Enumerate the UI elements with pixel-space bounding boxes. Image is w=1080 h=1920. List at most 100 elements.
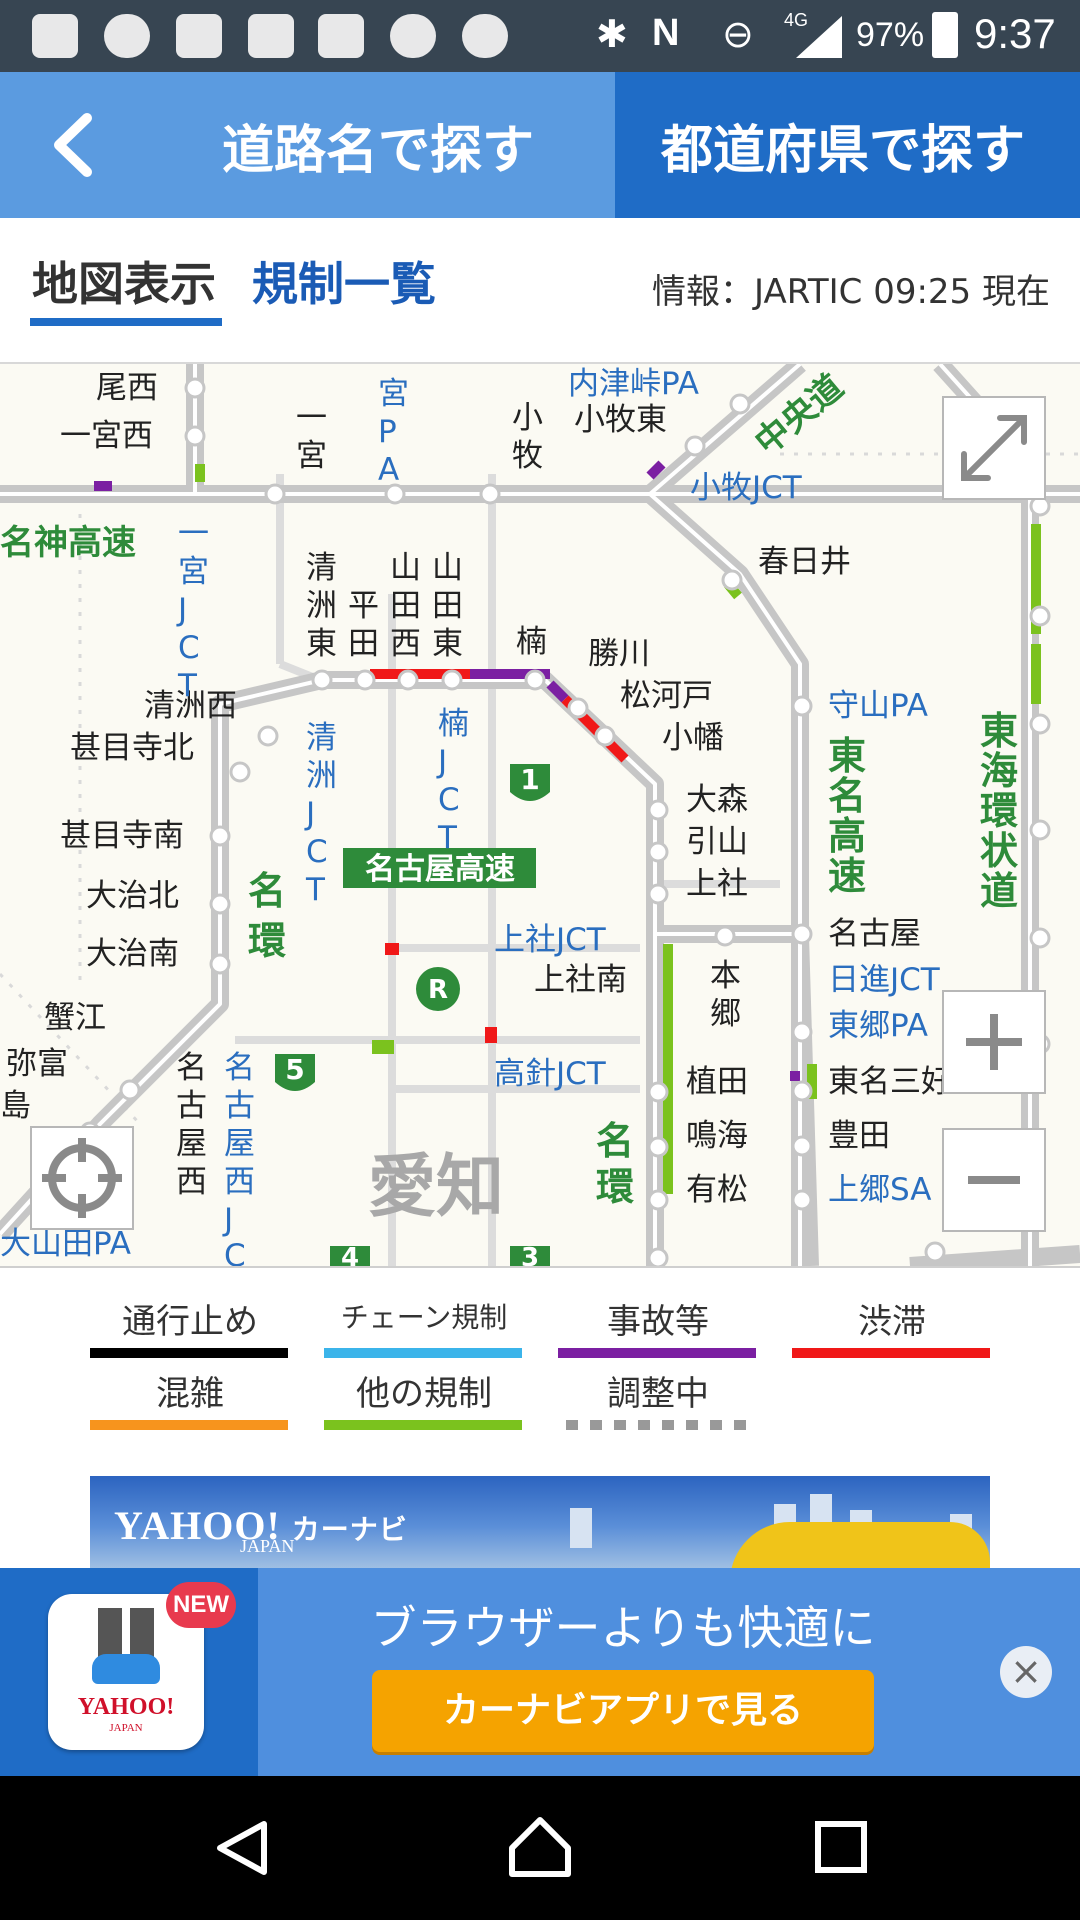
tomei-label: 東名高速 [828,734,866,898]
fullscreen-button[interactable] [942,396,1046,500]
legend-other-label: 他の規制 [356,1374,492,1414]
svg-text:宮PA: 宮PA [378,376,409,488]
svg-text:東郷PA: 東郷PA [828,1008,928,1044]
gmail-notification-icon [248,14,294,58]
svg-text:蟹江: 蟹江 [44,1000,106,1036]
recents-square-icon[interactable] [814,1820,868,1874]
svg-text:鳴海: 鳴海 [686,1118,748,1154]
svg-text:守山PA: 守山PA [828,688,928,724]
svg-text:小牧東: 小牧東 [574,402,667,438]
back-triangle-icon[interactable] [212,1818,272,1878]
close-icon[interactable]: × [1000,1646,1052,1698]
svg-text:名古屋西JC: 名古屋西 J C [222,1050,255,1266]
svg-text:島: 島 [0,1088,31,1124]
chuo-label: 中央道 [747,367,851,463]
tab-map-view[interactable]: 地図表示 [32,248,216,314]
traffic-map[interactable]: 1 5 4 3 R 名古屋高速 名神高速 中央道 東名高速 東海環状道 名環 名… [0,364,1080,1268]
line-notification-icon [104,14,150,58]
nagoya-expressway-label: 名古屋高速 [365,852,515,887]
header: 道路名で探す 都道府県で探す [0,72,1080,218]
weather-notification-icon [462,14,508,58]
svg-text:甚目寺北: 甚目寺北 [70,730,194,766]
signal-icon [796,16,842,58]
svg-text:清洲東: 清洲東 [306,550,337,662]
legend-pending-label: 調整中 [607,1374,709,1414]
svg-text:有松: 有松 [686,1172,748,1208]
bank-notification-icon [390,14,436,58]
prefecture-search-tab[interactable]: 都道府県で探す [615,72,1080,218]
svg-text:大治北: 大治北 [86,878,179,914]
svg-text:内津峠PA: 内津峠PA [568,366,699,402]
svg-text:清洲JCT: 清洲 J C T [304,720,337,908]
svg-text:勝川: 勝川 [588,636,650,672]
route-shield-5: 5 [285,1053,304,1086]
svg-text:上社南: 上社南 [534,962,627,998]
tab-regulation-list[interactable]: 規制一覧 [252,248,436,314]
map-legend: 通行止め チェーン規制 事故等 渋滞 混雑 他の規制 調整中 [0,1266,1080,1476]
legend-closure-swatch [90,1348,288,1358]
route-shield-4: 4 [341,1243,359,1266]
tokai-kanjo-label: 東海環状道 [980,709,1019,913]
road-search-tab[interactable]: 道路名で探す [0,72,615,218]
app-logo: YAHOO! [77,1694,175,1720]
legend-congestion-swatch [90,1420,288,1430]
nfc-icon: N [652,12,680,54]
meikan-west-label: 名環 [248,869,286,963]
svg-text:日進JCT: 日進JCT [828,962,941,998]
legend-incident-label: 事故等 [607,1302,709,1342]
svg-text:上郷SA: 上郷SA [828,1172,931,1208]
svg-text:高針JCT: 高針JCT [494,1056,607,1092]
open-app-button[interactable]: カーナビアプリで見る [372,1670,874,1752]
new-badge: NEW [166,1582,236,1628]
ad-product: カーナビ [291,1513,408,1546]
legend-closure-label: 通行止め [122,1302,258,1342]
legend-chain-swatch [324,1348,522,1358]
zoom-out-button[interactable] [942,1128,1046,1232]
info-source-timestamp: 情報：JARTIC 09:25 現在 [652,272,1050,312]
route-shield-1: 1 [520,763,539,796]
svg-text:山田西: 山田西 [390,550,421,662]
svg-text:楠: 楠 [516,624,547,660]
svg-text:引山: 引山 [686,824,748,860]
gmail-notification-icon [318,14,364,58]
car-image [730,1522,990,1568]
zoom-in-button[interactable] [942,990,1046,1094]
system-nav-bar [0,1776,1080,1920]
current-location-button[interactable] [30,1126,134,1230]
road-network[interactable]: 1 5 4 3 R 名古屋高速 名神高速 中央道 東名高速 東海環状道 名環 名… [0,364,1080,1266]
bluetooth-icon: ✱ [596,14,628,56]
legend-pending-swatch [566,1420,748,1430]
clock: 9:37 [974,10,1056,57]
app-logo-sub: JAPAN [109,1722,143,1734]
ad-logo-sub: JAPAN [240,1536,295,1556]
svg-text:松河戸: 松河戸 [620,678,713,714]
crosshair-icon [42,1138,122,1218]
ad-banner[interactable]: YAHOO! カーナビ JAPAN [90,1476,990,1568]
mail-notification-icon [176,14,222,58]
minus-icon [968,1176,1020,1184]
svg-text:小牧: 小牧 [512,400,543,474]
svg-text:上社: 上社 [686,866,748,902]
svg-text:本郷: 本郷 [710,958,741,1032]
battery-icon [932,12,958,58]
legend-jam-swatch [792,1348,990,1358]
chevron-left-icon[interactable] [45,110,105,180]
plus-icon [966,1014,1022,1070]
svg-text:大治南: 大治南 [86,936,179,972]
svg-text:植田: 植田 [686,1064,748,1100]
legend-congestion-label: 混雑 [156,1374,224,1414]
legend-jam-label: 渋滞 [858,1302,926,1342]
svg-text:春日井: 春日井 [758,544,851,580]
svg-text:小牧JCT: 小牧JCT [690,470,803,506]
app-promo-bar: YAHOO! JAPAN NEW ブラウザーよりも快適に カーナビアプリで見る … [0,1568,1080,1776]
do-not-disturb-icon: ⊖ [722,14,754,56]
road-search-label: 道路名で探す [222,121,535,181]
svg-text:尾西: 尾西 [96,370,158,406]
legend-chain-label: チェーン規制 [340,1301,508,1334]
svg-text:平田: 平田 [348,588,379,662]
area-label-aichi: 愛知 [368,1148,504,1227]
home-icon[interactable] [508,1814,572,1878]
svg-text:一宮JCT: 一宮 J C T [176,516,209,704]
car-icon [92,1654,160,1684]
prefecture-search-label: 都道府県で探す [661,121,1026,181]
